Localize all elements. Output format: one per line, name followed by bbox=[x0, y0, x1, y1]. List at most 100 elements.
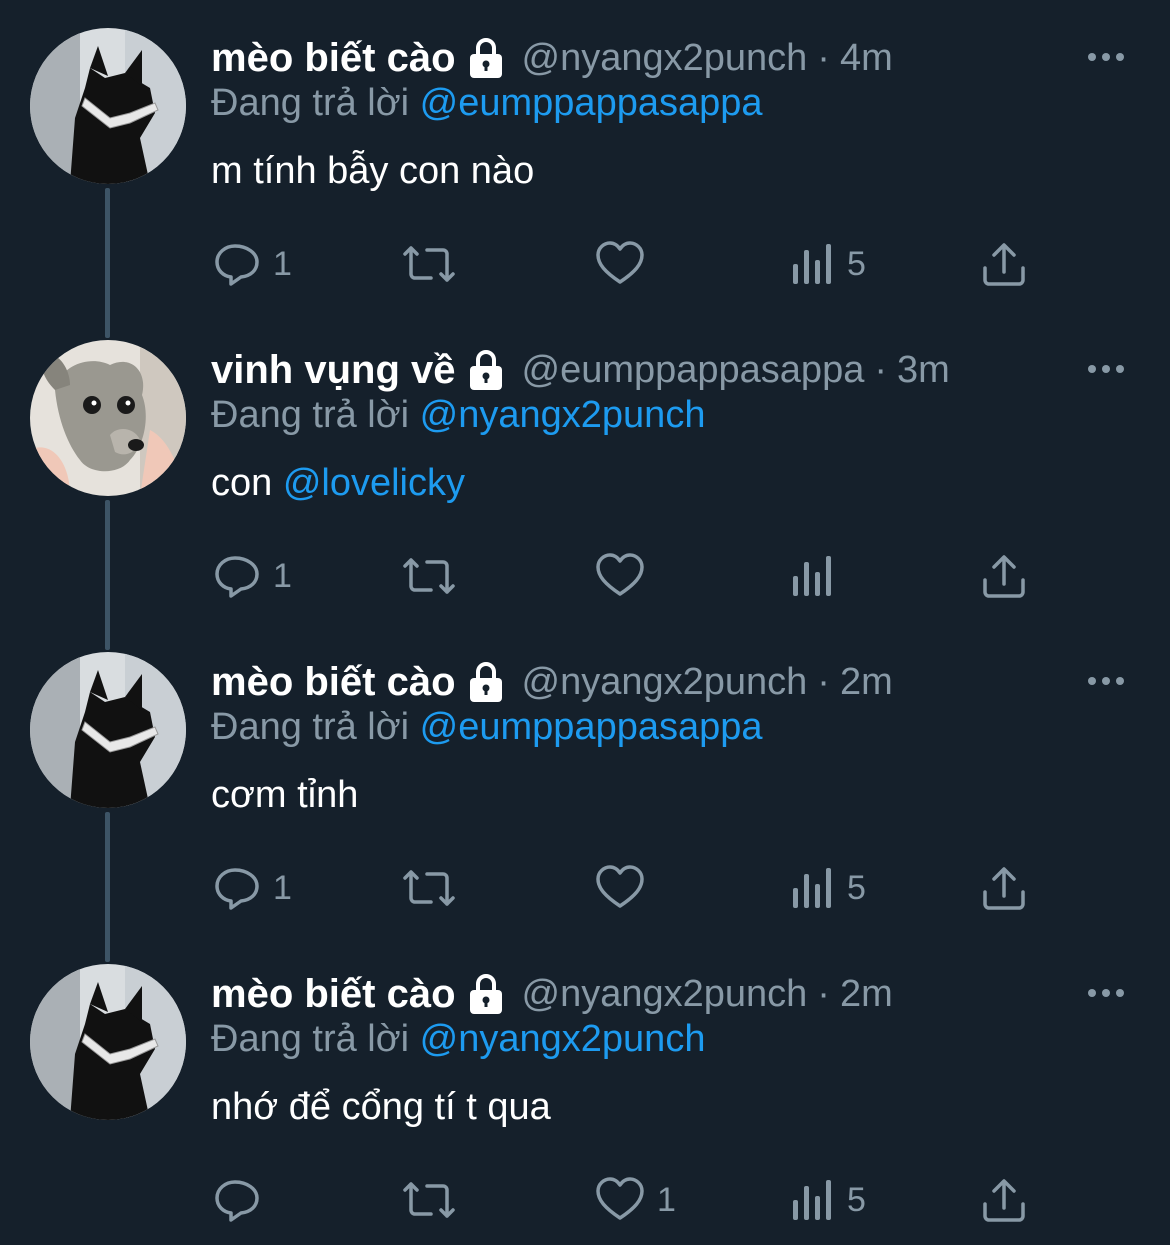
views-button[interactable]: 5 bbox=[791, 1170, 866, 1230]
tweet-header: mèo biết cào @nyangx2punch · 2m bbox=[211, 654, 893, 710]
like-button[interactable] bbox=[595, 858, 657, 918]
timestamp[interactable]: 3m bbox=[897, 349, 950, 392]
tweet[interactable]: vinh vụng về @eumppappasappa · 3m Đang t… bbox=[0, 312, 1170, 650]
reply-count: 1 bbox=[273, 244, 292, 283]
share-button[interactable] bbox=[981, 234, 1027, 294]
separator: · bbox=[817, 972, 830, 1015]
retweet-icon bbox=[399, 864, 459, 912]
reply-button[interactable]: 1 bbox=[213, 858, 292, 918]
tweet-text-mention[interactable]: @lovelicky bbox=[283, 462, 465, 504]
retweet-icon bbox=[399, 240, 459, 288]
lock-icon bbox=[466, 660, 506, 704]
reply-icon bbox=[213, 864, 261, 912]
share-button[interactable] bbox=[981, 1170, 1027, 1230]
display-name[interactable]: mèo biết cào bbox=[211, 972, 456, 1017]
share-button[interactable] bbox=[981, 858, 1027, 918]
reply-icon bbox=[213, 552, 261, 600]
replying-to-prefix: Đang trả lời bbox=[211, 394, 410, 436]
tweet[interactable]: mèo biết cào @nyangx2punch · 2m Đang trả… bbox=[0, 936, 1170, 1245]
lock-icon bbox=[466, 36, 506, 80]
action-bar: 1 5 bbox=[211, 234, 1041, 294]
user-handle[interactable]: @nyangx2punch bbox=[522, 37, 808, 80]
avatar[interactable] bbox=[30, 652, 186, 808]
tweet-text: nhớ để cổng tí t qua bbox=[211, 1086, 551, 1129]
action-bar: 1 bbox=[211, 546, 1041, 606]
timestamp[interactable]: 4m bbox=[840, 37, 893, 80]
retweet-button[interactable] bbox=[399, 1170, 471, 1230]
timestamp[interactable]: 2m bbox=[840, 661, 893, 704]
share-icon bbox=[981, 864, 1027, 912]
views-icon bbox=[791, 240, 835, 288]
retweet-icon bbox=[399, 552, 459, 600]
reply-button[interactable]: 1 bbox=[213, 234, 292, 294]
avatar[interactable] bbox=[30, 28, 186, 184]
user-handle[interactable]: @nyangx2punch bbox=[522, 661, 808, 704]
views-icon bbox=[791, 864, 835, 912]
reply-button[interactable]: 1 bbox=[213, 546, 292, 606]
reply-icon bbox=[213, 240, 261, 288]
retweet-button[interactable] bbox=[399, 546, 471, 606]
like-icon bbox=[595, 864, 645, 912]
conversation-thread: mèo biết cào @nyangx2punch · 4m Đang trả… bbox=[0, 0, 1170, 1245]
views-icon bbox=[791, 552, 835, 600]
display-name[interactable]: mèo biết cào bbox=[211, 660, 456, 705]
replying-to-prefix: Đang trả lời bbox=[211, 82, 410, 124]
more-icon[interactable] bbox=[1086, 986, 1126, 998]
retweet-icon bbox=[399, 1176, 459, 1224]
display-name[interactable]: vinh vụng về bbox=[211, 348, 456, 393]
replying-to-mention[interactable]: @nyangx2punch bbox=[420, 1018, 706, 1060]
share-button[interactable] bbox=[981, 546, 1027, 606]
like-button[interactable] bbox=[595, 234, 657, 294]
replying-to-mention[interactable]: @eumppappasappa bbox=[420, 706, 763, 748]
more-icon[interactable] bbox=[1086, 362, 1126, 374]
tweet-text: m tính bẫy con nào bbox=[211, 150, 534, 193]
display-name[interactable]: mèo biết cào bbox=[211, 36, 456, 81]
views-icon bbox=[791, 1176, 835, 1224]
lock-icon bbox=[466, 348, 506, 392]
replying-to-prefix: Đang trả lời bbox=[211, 706, 410, 748]
action-bar: 1 5 bbox=[211, 858, 1041, 918]
like-button[interactable] bbox=[595, 546, 657, 606]
separator: · bbox=[874, 348, 887, 391]
views-button[interactable]: 5 bbox=[791, 858, 866, 918]
avatar[interactable] bbox=[30, 340, 186, 496]
views-count: 5 bbox=[847, 868, 866, 907]
more-icon[interactable] bbox=[1086, 674, 1126, 686]
reply-count: 1 bbox=[273, 556, 292, 595]
replying-to-line: Đang trả lời @nyangx2punch bbox=[211, 394, 705, 437]
lock-icon bbox=[466, 972, 506, 1016]
replying-to-mention[interactable]: @eumppappasappa bbox=[420, 82, 763, 124]
tweet-text-content: cơm tỉnh bbox=[211, 774, 359, 816]
tweet[interactable]: mèo biết cào @nyangx2punch · 4m Đang trả… bbox=[0, 0, 1170, 338]
tweet-header: mèo biết cào @nyangx2punch · 2m bbox=[211, 966, 893, 1022]
reply-button[interactable] bbox=[213, 1170, 273, 1230]
timestamp[interactable]: 2m bbox=[840, 973, 893, 1016]
views-count: 5 bbox=[847, 244, 866, 283]
retweet-button[interactable] bbox=[399, 234, 471, 294]
separator: · bbox=[817, 660, 830, 703]
views-count: 5 bbox=[847, 1180, 866, 1219]
tweet-text: con @lovelicky bbox=[211, 462, 465, 505]
reply-count: 1 bbox=[273, 868, 292, 907]
tweet-text-content: con bbox=[211, 462, 283, 504]
more-icon[interactable] bbox=[1086, 50, 1126, 62]
replying-to-line: Đang trả lời @eumppappasappa bbox=[211, 706, 763, 749]
share-icon bbox=[981, 1176, 1027, 1224]
retweet-button[interactable] bbox=[399, 858, 471, 918]
user-handle[interactable]: @eumppappasappa bbox=[522, 349, 865, 392]
tweet-text-content: nhớ để cổng tí t qua bbox=[211, 1086, 551, 1128]
reply-icon bbox=[213, 1176, 261, 1224]
like-button[interactable]: 1 bbox=[595, 1170, 676, 1230]
replying-to-line: Đang trả lời @nyangx2punch bbox=[211, 1018, 705, 1061]
views-button[interactable] bbox=[791, 546, 847, 606]
like-count: 1 bbox=[657, 1180, 676, 1219]
avatar[interactable] bbox=[30, 964, 186, 1120]
tweet-text-content: m tính bẫy con nào bbox=[211, 150, 535, 192]
user-handle[interactable]: @nyangx2punch bbox=[522, 973, 808, 1016]
tweet[interactable]: mèo biết cào @nyangx2punch · 2m Đang trả… bbox=[0, 624, 1170, 962]
tweet-header: vinh vụng về @eumppappasappa · 3m bbox=[211, 342, 950, 398]
views-button[interactable]: 5 bbox=[791, 234, 866, 294]
like-icon bbox=[595, 552, 645, 600]
replying-to-mention[interactable]: @nyangx2punch bbox=[420, 394, 706, 436]
action-bar: 1 5 bbox=[211, 1170, 1041, 1230]
